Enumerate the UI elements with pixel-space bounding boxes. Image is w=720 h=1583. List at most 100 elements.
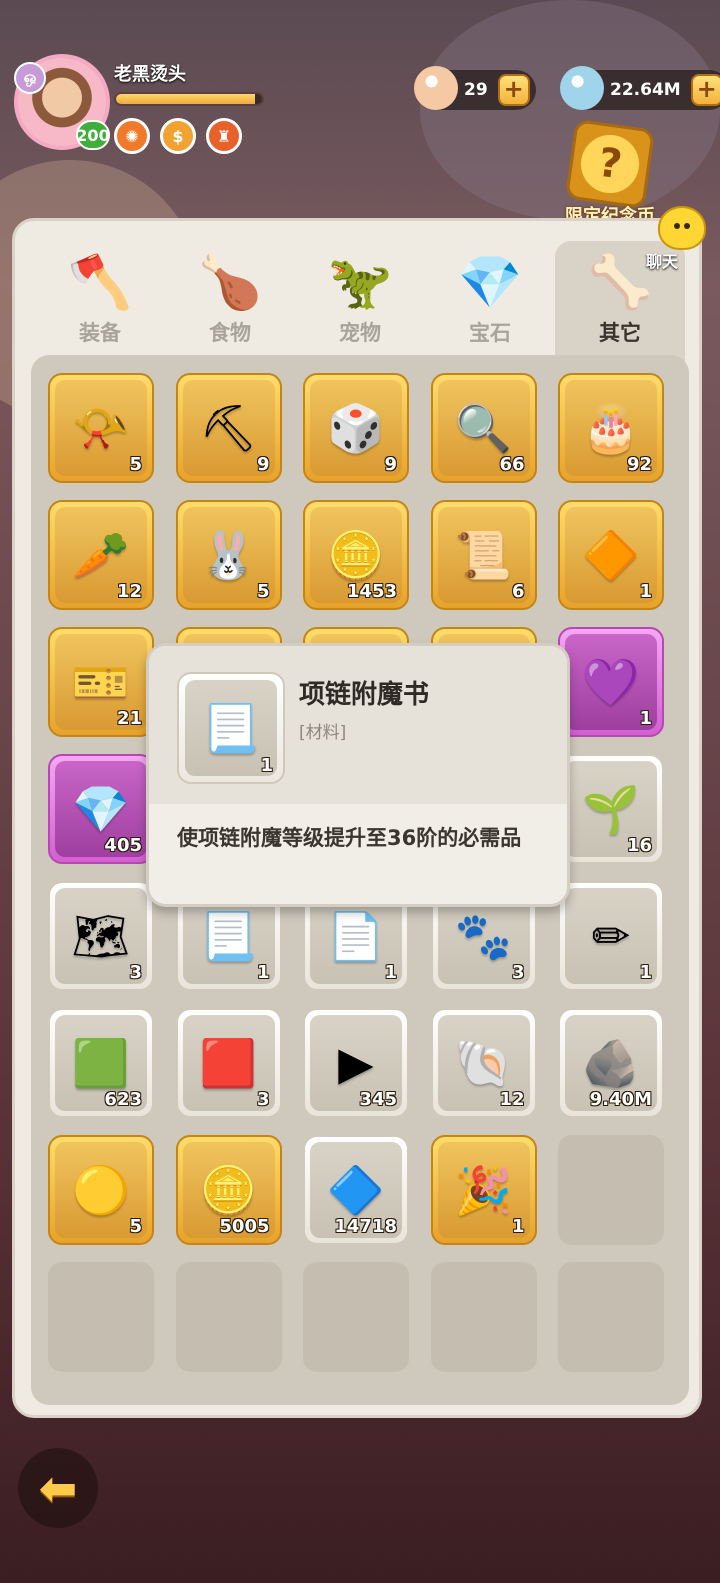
- item-quantity: 66: [499, 454, 525, 475]
- item-quantity: 5: [129, 1216, 142, 1237]
- item-slot[interactable]: 🌱 16: [558, 754, 664, 864]
- item-quantity: 1: [511, 1216, 525, 1237]
- tab-food-bowl[interactable]: 🍗 食物: [165, 241, 295, 361]
- item-slot[interactable]: 🎂 92: [558, 373, 664, 483]
- diamond-amount: 22.64M: [610, 80, 681, 100]
- chat-label: 聊天: [646, 252, 679, 271]
- orange-scroll-icon: 🗺: [71, 909, 131, 963]
- back-arrow-icon: ⬅: [38, 1461, 78, 1515]
- item-slot[interactable]: 💜 1: [558, 627, 664, 737]
- seed-bag-icon: 🌱: [582, 782, 640, 836]
- add-diamond-button[interactable]: +: [690, 74, 720, 106]
- empty-slot: [303, 1262, 409, 1372]
- tooltip-item-slot: 📃 1: [177, 672, 285, 784]
- axe-icon: 🪓: [67, 253, 133, 313]
- tab-gem[interactable]: 💎 宝石: [425, 241, 555, 361]
- shell-amount: 29: [464, 80, 488, 100]
- item-slot[interactable]: 🔶 1: [558, 500, 664, 610]
- dragon-skull-icon: 🦖: [327, 253, 393, 313]
- item-slot[interactable]: ⛏ 9: [175, 373, 282, 483]
- empty-slot: [175, 1262, 282, 1372]
- item-slot[interactable]: 🐰 5: [175, 500, 282, 610]
- item-slot[interactable]: 🎫 21: [48, 627, 154, 737]
- item-quantity: 345: [359, 1089, 397, 1110]
- item-slot[interactable]: 🪙 1453: [303, 500, 409, 610]
- blue-card-icon: ✏: [591, 909, 631, 963]
- empty-slot: [430, 1262, 537, 1372]
- empty-slot: [558, 1135, 664, 1245]
- item-quantity: 1: [639, 708, 652, 729]
- tab-dragon-skull[interactable]: 🦖 宠物: [295, 241, 425, 361]
- brown-ticket-icon: ▶: [338, 1036, 374, 1090]
- necklace-book-icon: 📃: [202, 701, 260, 755]
- item-slot[interactable]: 📯 5: [48, 373, 154, 483]
- avatar-tag: ஒ: [14, 62, 46, 94]
- item-quantity: 9.40M: [589, 1089, 652, 1110]
- food-bowl-icon: 🍗: [197, 253, 263, 313]
- item-quantity: 21: [116, 708, 142, 729]
- item-slot[interactable]: 🪨 9.40M: [558, 1008, 664, 1118]
- item-slot[interactable]: 📜 6: [430, 500, 537, 610]
- back-button[interactable]: ⬅: [18, 1448, 98, 1528]
- horn-icon: 📯: [72, 401, 130, 455]
- item-quantity: 16: [626, 835, 652, 856]
- paw-ticket-icon: 🐾: [454, 909, 513, 963]
- shield-buff-icon[interactable]: ♜: [206, 118, 242, 154]
- pickaxe-icon: ⛏: [199, 401, 258, 455]
- item-slot[interactable]: 💎 405: [48, 754, 154, 864]
- item-quantity: 5: [129, 454, 142, 475]
- chat-button[interactable]: 聊天: [638, 206, 712, 271]
- item-slot[interactable]: 🗺 3: [48, 881, 154, 991]
- item-slot[interactable]: 🥕 12: [48, 500, 154, 610]
- tab-axe[interactable]: 🪓 装备: [35, 241, 165, 361]
- shell-coin-icon: 🐚: [454, 1036, 513, 1090]
- shell-currency: 29 +: [414, 66, 536, 110]
- item-slot[interactable]: 🐚 12: [430, 1008, 537, 1118]
- item-quantity: 9: [384, 454, 397, 475]
- item-quantity: 1: [639, 962, 652, 983]
- red-ticket-icon: 🟥: [199, 1036, 258, 1090]
- item-quantity: 1: [256, 962, 270, 983]
- stone-icon: 🪨: [582, 1036, 640, 1090]
- anniversary-icon: 🎉: [454, 1163, 513, 1217]
- item-slot[interactable]: 🔍 66: [430, 373, 537, 483]
- item-slot[interactable]: 🎲 9: [303, 373, 409, 483]
- tab-label: 食物: [209, 321, 251, 345]
- dice-icon: 🎲: [327, 401, 385, 455]
- item-slot[interactable]: 🎉 1: [430, 1135, 537, 1245]
- rainbow-crystal-icon: 🔷: [327, 1163, 385, 1217]
- tab-label: 宠物: [339, 321, 381, 345]
- coin-buff-icon[interactable]: $: [160, 118, 196, 154]
- chat-face-icon: [658, 206, 706, 250]
- item-slot[interactable]: ▶ 345: [303, 1008, 409, 1118]
- pink-crystal-icon: 💎: [72, 782, 130, 836]
- tooltip-description: 使项链附魔等级提升至36阶的必需品: [177, 826, 522, 850]
- item-slot[interactable]: 🔷 14718: [303, 1135, 409, 1245]
- item-quantity: 3: [129, 962, 142, 983]
- tooltip-title: 项链附魔书: [299, 680, 430, 710]
- item-quantity: 12: [116, 581, 142, 602]
- item-quantity: 3: [511, 962, 525, 983]
- item-slot[interactable]: 🟡 5: [48, 1135, 154, 1245]
- item-slot[interactable]: 🟥 3: [175, 1008, 282, 1118]
- item-quantity: 9: [256, 454, 270, 475]
- item-slot[interactable]: ✏ 1: [558, 881, 664, 991]
- item-slot[interactable]: 🪙 5005: [175, 1135, 282, 1245]
- necklace-book-icon: 📃: [199, 909, 258, 963]
- magnifier-icon: 🔍: [454, 401, 513, 455]
- item-quantity: 12: [499, 1089, 525, 1110]
- gear-buff-icon[interactable]: ✺: [114, 118, 150, 154]
- item-slot[interactable]: 🟩 623: [48, 1008, 154, 1118]
- scroll-icon: 📜: [454, 528, 513, 582]
- tab-label: 宝石: [469, 321, 511, 345]
- tab-label: 装备: [79, 321, 121, 345]
- item-quantity: 405: [104, 835, 142, 856]
- tab-label: 其它: [599, 321, 641, 345]
- item-quantity: 5: [256, 581, 270, 602]
- item-quantity: 3: [256, 1089, 270, 1110]
- exp-bar-fill: [116, 94, 255, 104]
- shell-icon: [414, 66, 458, 110]
- add-shell-button[interactable]: +: [497, 74, 530, 106]
- fire-orb-icon: 🟡: [72, 1163, 130, 1217]
- cake-coin-icon: 🎂: [582, 401, 640, 455]
